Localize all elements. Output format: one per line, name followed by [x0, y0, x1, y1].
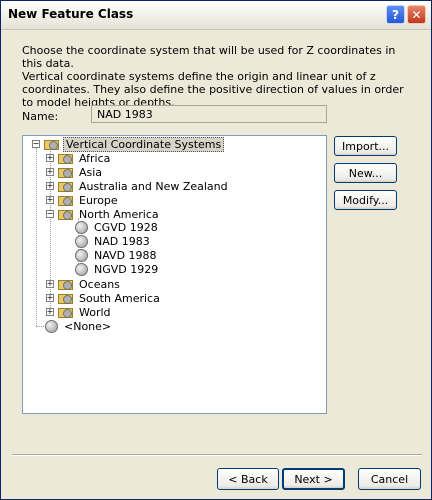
collapse-icon[interactable]: −	[32, 140, 40, 148]
tree-node-label: NAVD 1988	[94, 248, 157, 262]
collapse-icon[interactable]: −	[46, 210, 54, 218]
expand-icon[interactable]: +	[46, 168, 54, 176]
name-label: Name:	[22, 110, 59, 123]
tree-node-south-america[interactable]: + South America	[46, 291, 162, 305]
globe-icon	[75, 234, 88, 248]
tree-node-label: South America	[79, 291, 160, 305]
expand-icon[interactable]: +	[46, 154, 54, 162]
import-button[interactable]: Import...	[334, 136, 397, 156]
folder-globe-icon	[58, 208, 74, 220]
tree-node-nad-1983[interactable]: NAD 1983	[75, 234, 152, 248]
tree-node-cgvd-1928[interactable]: CGVD 1928	[75, 220, 160, 234]
tree-node-africa[interactable]: + Africa	[46, 151, 112, 165]
expand-icon[interactable]: +	[46, 196, 54, 204]
folder-globe-icon	[58, 306, 74, 318]
close-icon: ✕	[411, 7, 422, 22]
cancel-button[interactable]: Cancel	[358, 468, 421, 490]
close-button[interactable]: ✕	[407, 5, 426, 24]
expand-icon[interactable]: +	[46, 308, 54, 316]
tree-node-label: <None>	[64, 319, 112, 333]
tree-node-label: Oceans	[79, 277, 120, 291]
expand-icon[interactable]: +	[46, 182, 54, 190]
tree-node-north-america[interactable]: − North America	[46, 207, 161, 221]
new-button[interactable]: New...	[334, 163, 397, 183]
tree-node-oceans[interactable]: + Oceans	[46, 277, 122, 291]
folder-globe-icon	[44, 138, 60, 150]
folder-globe-icon	[58, 152, 74, 164]
name-field[interactable]: NAD 1983	[91, 105, 327, 123]
tree-node-label: Vertical Coordinate Systems	[63, 136, 225, 152]
folder-globe-icon	[58, 166, 74, 178]
help-icon: ?	[392, 7, 399, 22]
tree-connector	[36, 148, 37, 326]
folder-globe-icon	[58, 180, 74, 192]
globe-icon	[75, 248, 88, 262]
coordinate-system-tree[interactable]: − Vertical Coordinate Systems + Africa +…	[22, 135, 327, 414]
tree-node-world[interactable]: + World	[46, 305, 113, 319]
dialog-window: New Feature Class ? ✕ Choose the coordin…	[0, 0, 432, 500]
tree-node-label: Africa	[79, 151, 111, 165]
help-button[interactable]: ?	[386, 5, 405, 24]
tree-node-label: World	[79, 305, 111, 319]
tree-node-asia[interactable]: + Asia	[46, 165, 104, 179]
footer-separator	[12, 454, 422, 456]
tree-node-label: Europe	[79, 193, 118, 207]
globe-icon	[75, 262, 88, 276]
tree-node-australia-nz[interactable]: + Australia and New Zealand	[46, 179, 230, 193]
tree-node-label: Australia and New Zealand	[79, 179, 228, 193]
expand-icon[interactable]: +	[46, 294, 54, 302]
globe-icon	[75, 220, 88, 234]
tree-node-root[interactable]: − Vertical Coordinate Systems	[32, 136, 225, 152]
tree-node-label: CGVD 1928	[94, 220, 158, 234]
back-button[interactable]: < Back	[217, 468, 279, 490]
tree-node-navd-1988[interactable]: NAVD 1988	[75, 248, 159, 262]
folder-globe-icon	[58, 278, 74, 290]
tree-node-label: NGVD 1929	[94, 262, 159, 276]
globe-icon	[45, 319, 58, 333]
modify-button[interactable]: Modify...	[334, 190, 397, 210]
tree-node-label: Asia	[79, 165, 103, 179]
tree-node-label: NAD 1983	[94, 234, 150, 248]
description-line-2: Vertical coordinate systems define the o…	[22, 70, 404, 109]
folder-globe-icon	[58, 194, 74, 206]
tree-node-europe[interactable]: + Europe	[46, 193, 120, 207]
window-title: New Feature Class	[8, 7, 134, 21]
tree-node-none[interactable]: <None>	[45, 319, 113, 333]
description-line-1: Choose the coordinate system that will b…	[22, 44, 396, 70]
tree-node-label: North America	[79, 207, 159, 221]
tree-node-ngvd-1929[interactable]: NGVD 1929	[75, 262, 160, 276]
folder-globe-icon	[58, 292, 74, 304]
title-bar[interactable]: New Feature Class ? ✕	[1, 1, 431, 30]
next-button[interactable]: Next >	[282, 468, 345, 490]
expand-icon[interactable]: +	[46, 280, 54, 288]
